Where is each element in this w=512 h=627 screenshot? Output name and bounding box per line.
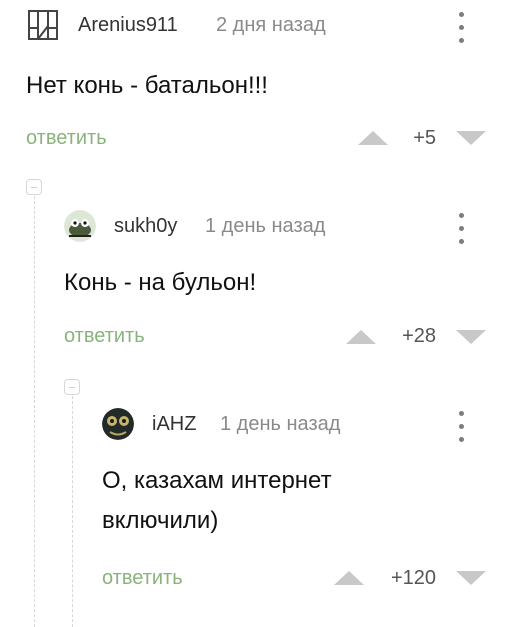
rammstein-logo-icon bbox=[28, 10, 58, 40]
reply-link[interactable]: ответить bbox=[64, 325, 145, 348]
username[interactable]: sukh0y bbox=[114, 215, 177, 238]
more-options-icon[interactable] bbox=[458, 213, 466, 249]
comment-time: 1 день назад bbox=[220, 413, 341, 435]
upvote-icon[interactable] bbox=[334, 571, 364, 585]
more-options-icon[interactable] bbox=[458, 411, 466, 447]
avatar[interactable] bbox=[64, 210, 96, 242]
comment-text-line: включили) bbox=[102, 507, 219, 534]
reply-link[interactable]: ответить bbox=[26, 127, 107, 150]
avatar[interactable] bbox=[102, 408, 134, 440]
thread-line bbox=[72, 396, 73, 627]
upvote-icon[interactable] bbox=[346, 330, 376, 344]
collapse-thread-icon[interactable] bbox=[26, 179, 42, 195]
cartoon-avatar-icon bbox=[64, 210, 96, 242]
score: +28 bbox=[402, 325, 436, 347]
downvote-icon[interactable] bbox=[456, 571, 486, 585]
username[interactable]: Arenius911 bbox=[78, 14, 178, 37]
more-options-icon[interactable] bbox=[458, 12, 466, 48]
dark-avatar-icon bbox=[102, 408, 134, 440]
comment-text: О, казахам интернет включили) bbox=[102, 461, 332, 541]
score: +120 bbox=[390, 567, 436, 589]
score: +5 bbox=[413, 127, 436, 149]
username[interactable]: iAHZ bbox=[152, 413, 196, 436]
reply-link[interactable]: ответить bbox=[102, 567, 183, 590]
avatar[interactable] bbox=[26, 8, 60, 42]
comment-text: Конь - на бульон! bbox=[64, 269, 257, 296]
comment-time: 2 дня назад bbox=[216, 14, 326, 36]
thread-line bbox=[34, 196, 35, 627]
downvote-icon[interactable] bbox=[456, 330, 486, 344]
comment-text: Нет конь - батальон!!! bbox=[26, 72, 268, 99]
downvote-icon[interactable] bbox=[456, 131, 486, 145]
comment-text-line: О, казахам интернет bbox=[102, 467, 332, 494]
comment-time: 1 день назад bbox=[205, 215, 326, 237]
collapse-thread-icon[interactable] bbox=[64, 379, 80, 395]
